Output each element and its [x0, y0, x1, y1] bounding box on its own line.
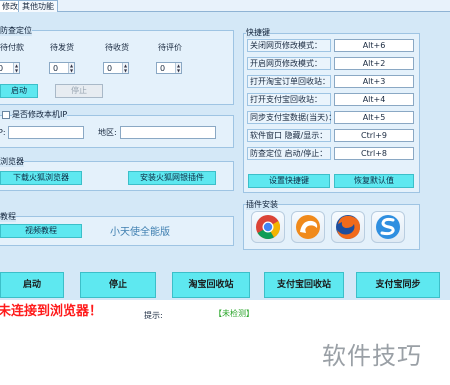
watermark-overlay: 软件技巧 [318, 318, 450, 385]
main-start-button[interactable]: 启动 [0, 272, 64, 298]
region-input[interactable] [120, 126, 216, 139]
pending-receipt-stepper[interactable]: 0 ▲ ▼ [103, 62, 129, 74]
tutorial-panel-title: 教程 [0, 212, 16, 222]
ip-label: P: [0, 128, 6, 137]
region-label: 地区: [98, 128, 117, 137]
stepper-arrows-icon[interactable]: ▲ ▼ [68, 63, 74, 73]
download-firefox-button[interactable]: 下载火狐浏览器 [0, 171, 82, 185]
watermark-text: 软件技巧 [322, 342, 422, 370]
tip-label: 提示: [144, 311, 163, 320]
alipay-recycle-button[interactable]: 支付宝回收站 [264, 272, 344, 298]
tab-bar: 修改 其他功能 [0, 0, 450, 12]
version-name-text: 小天使全能版 [110, 227, 170, 238]
stepper-arrows-icon[interactable]: ▲ ▼ [122, 63, 128, 73]
set-hotkeys-button[interactable]: 设置快捷键 [248, 174, 330, 188]
position-stop-button[interactable]: 停止 [55, 84, 103, 98]
label-pending-payment: 待付款 [0, 43, 24, 52]
stepper-arrows-icon[interactable]: ▲ ▼ [175, 63, 181, 73]
label-pending-receipt: 待收货 [105, 43, 129, 52]
uc-browser-icon[interactable] [291, 211, 325, 243]
app-window: 修改 其他功能 防查定位 待付款 待发货 待收货 待评价 0 ▲ ▼ 0 ▲ ▼ 0 ▲ ▼… [0, 0, 450, 385]
ip-input[interactable] [8, 126, 84, 139]
alipay-sync-button[interactable]: 支付宝同步 [356, 272, 440, 298]
hotkey-label-open-modify: 开启网页修改模式： [247, 57, 331, 70]
position-panel-title: 防查定位 [0, 26, 32, 36]
hotkey-label-alipay-recycle: 打开支付宝回收站： [247, 93, 331, 106]
firefox-icon[interactable] [331, 211, 365, 243]
sogou-browser-icon[interactable] [371, 211, 405, 243]
hotkey-input-open-modify[interactable]: Alt+2 [334, 57, 414, 70]
hotkey-label-toggle-window: 软件窗口 隐藏/显示： [247, 129, 331, 142]
pending-review-stepper[interactable]: 0 ▲ ▼ [156, 62, 182, 74]
hotkey-input-alipay-sync[interactable]: Alt+5 [334, 111, 414, 124]
hotkey-input-toggle-window[interactable]: Ctrl+9 [334, 129, 414, 142]
install-firefox-bank-plugin-button[interactable]: 安装火狐网银插件 [128, 171, 216, 185]
video-tutorial-button[interactable]: 视频教程 [0, 224, 82, 238]
main-stop-button[interactable]: 停止 [80, 272, 156, 298]
tab-other-functions[interactable]: 其他功能 [18, 0, 58, 12]
restore-defaults-button[interactable]: 恢复默认值 [334, 174, 414, 188]
chrome-icon[interactable] [251, 211, 285, 243]
hotkey-label-close-modify: 关闭网页修改模式： [247, 39, 331, 52]
hotkey-label-position-toggle: 防查定位 启动/停止： [247, 147, 331, 160]
label-pending-shipment: 待发货 [50, 43, 74, 52]
hotkeys-panel-title: 快捷键 [246, 28, 270, 38]
detection-status-text: 【未检测】 [214, 309, 254, 318]
position-start-button[interactable]: 启动 [0, 84, 38, 98]
pending-shipment-stepper[interactable]: 0 ▲ ▼ [49, 62, 75, 74]
hotkey-input-close-modify[interactable]: Alt+6 [334, 39, 414, 52]
hotkey-label-alipay-sync: 同步支付宝数据(当天)： [247, 111, 336, 124]
plugins-panel-title: 插件安装 [246, 200, 278, 210]
modify-ip-label: 是否修改本机IP [12, 110, 68, 120]
taobao-recycle-button[interactable]: 淘宝回收站 [172, 272, 250, 298]
hotkey-input-alipay-recycle[interactable]: Alt+4 [334, 93, 414, 106]
hotkey-input-taobao-recycle[interactable]: Alt+3 [334, 75, 414, 88]
label-pending-review: 待评价 [158, 43, 182, 52]
browser-panel-title: 浏览器 [0, 157, 24, 167]
modify-ip-checkbox[interactable] [2, 111, 10, 119]
stepper-arrows-icon[interactable]: ▲ ▼ [13, 63, 19, 73]
hotkey-input-position-toggle[interactable]: Ctrl+8 [334, 147, 414, 160]
connection-status-text: 未连接到浏览器！ [0, 304, 103, 319]
hotkey-label-taobao-recycle: 打开淘宝订单回收站： [247, 75, 331, 88]
pending-payment-stepper[interactable]: 0 ▲ ▼ [0, 62, 20, 74]
